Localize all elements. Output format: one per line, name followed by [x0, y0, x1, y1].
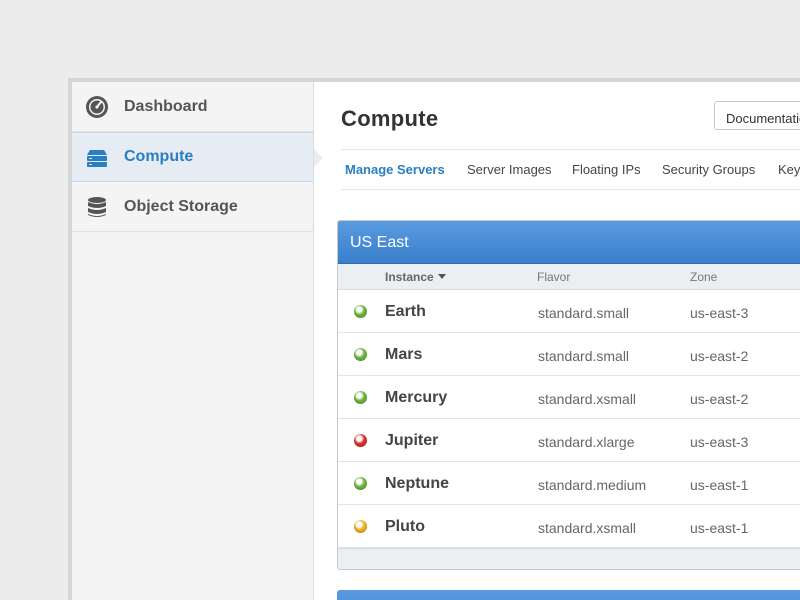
instance-flavor: standard.medium [538, 477, 647, 493]
status-indicator-icon [354, 348, 367, 361]
sidebar-item-label: Dashboard [124, 97, 208, 115]
status-indicator-icon [354, 477, 367, 490]
column-instance-label: Instance [385, 270, 434, 284]
table-row[interactable]: Pluto standard.xsmall us-east-1 [338, 505, 800, 548]
status-indicator-icon [354, 305, 367, 318]
instance-zone: us-east-2 [690, 348, 749, 364]
main-content: Compute Documentation Manage Servers Ser… [314, 82, 800, 600]
tab-floating-ips[interactable]: Floating IPs [572, 162, 641, 177]
region-panel-next [337, 590, 800, 600]
table-header: Instance Flavor Zone [338, 264, 800, 290]
tab-key[interactable]: Key [778, 162, 800, 177]
column-zone: Zone [690, 270, 718, 284]
tab-server-images[interactable]: Server Images [467, 162, 552, 177]
tab-manage-servers[interactable]: Manage Servers [345, 162, 445, 177]
instance-zone: us-east-2 [690, 391, 749, 407]
instance-zone: us-east-1 [690, 477, 749, 493]
sidebar-item-label: Object Storage [124, 197, 238, 215]
table-row[interactable]: Mars standard.small us-east-2 [338, 333, 800, 376]
instance-name: Jupiter [385, 432, 439, 449]
region-title: US East [338, 221, 800, 264]
status-indicator-icon [354, 391, 367, 404]
sidebar-item-dashboard[interactable]: Dashboard [72, 82, 313, 132]
instance-zone: us-east-3 [690, 305, 749, 321]
status-indicator-icon [354, 520, 367, 533]
sidebar-item-label: Compute [124, 148, 194, 165]
instance-name: Neptune [385, 475, 449, 492]
instance-name: Pluto [385, 518, 425, 535]
page-title: Compute [341, 106, 439, 131]
documentation-button[interactable]: Documentation [714, 101, 800, 130]
column-instance[interactable]: Instance [385, 270, 446, 284]
tab-bar: Manage Servers Server Images Floating IP… [341, 149, 800, 190]
table-row[interactable]: Jupiter standard.xlarge us-east-3 [338, 419, 800, 462]
instance-zone: us-east-3 [690, 434, 749, 450]
table-row[interactable]: Mercury standard.xsmall us-east-2 [338, 376, 800, 419]
sidebar: Dashboard Compute Object Storage [72, 82, 323, 600]
region-panel-us-east: US East Instance Flavor Zone Earth stand… [337, 220, 800, 570]
database-icon [85, 195, 109, 219]
instance-flavor: standard.xsmall [538, 391, 637, 407]
app-window: Dashboard Compute Object Storage Compute… [68, 78, 800, 600]
server-stack-icon [85, 146, 109, 170]
instance-flavor: standard.small [538, 348, 630, 364]
instance-flavor: standard.xsmall [538, 520, 637, 536]
instance-name: Earth [385, 303, 426, 320]
speedometer-icon [85, 95, 109, 119]
status-indicator-icon [354, 434, 367, 447]
sidebar-item-object-storage[interactable]: Object Storage [72, 182, 313, 232]
column-flavor: Flavor [537, 270, 571, 284]
instance-name: Mars [385, 346, 423, 363]
instance-list: Earth standard.small us-east-3 Mars stan… [338, 290, 800, 548]
sidebar-item-compute[interactable]: Compute [72, 132, 323, 182]
table-row[interactable]: Neptune standard.medium us-east-1 [338, 462, 800, 505]
table-row[interactable]: Earth standard.small us-east-3 [338, 290, 800, 333]
tab-security-groups[interactable]: Security Groups [662, 162, 755, 177]
sort-caret-icon [437, 274, 446, 279]
instance-name: Mercury [385, 389, 448, 406]
table-footer [338, 548, 800, 569]
instance-flavor: standard.xlarge [538, 434, 635, 450]
instance-flavor: standard.small [538, 305, 630, 321]
instance-zone: us-east-1 [690, 520, 749, 536]
